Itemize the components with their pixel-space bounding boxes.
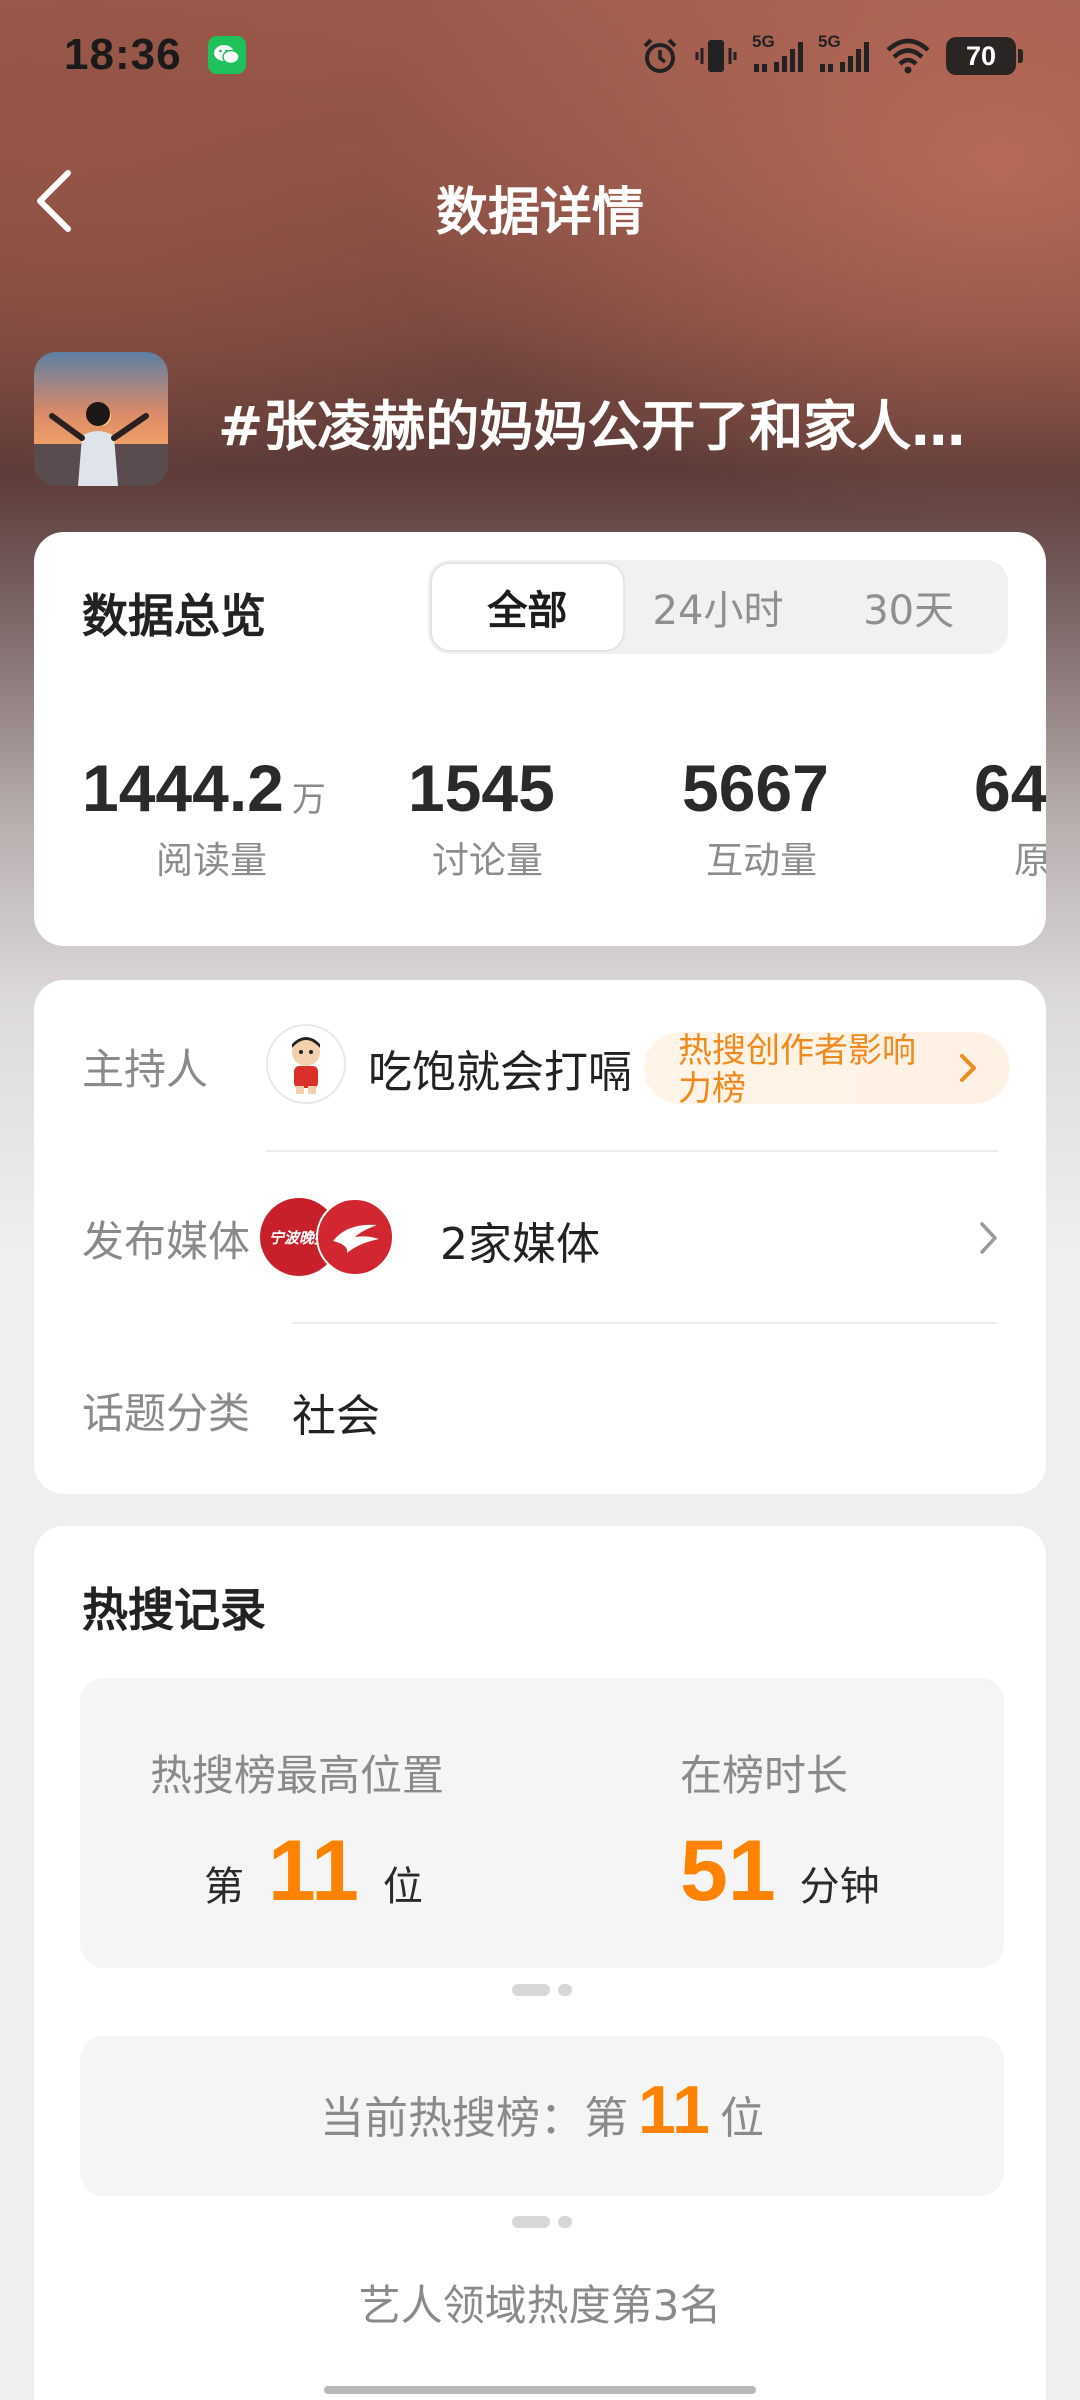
carousel-indicator <box>80 2216 1004 2228</box>
chevron-right-icon[interactable] <box>978 1220 1000 1256</box>
host-row[interactable]: 主持人 吃饱就会打嗝 热搜创作者影响力榜 <box>34 980 1046 1150</box>
signal-icon: 5G <box>752 32 804 76</box>
peak-position-value: 第 11 位 <box>204 1828 423 1914</box>
hot-search-record-card: 热搜记录 热搜榜最高位置 第 11 位 在榜时长 51 分钟 当前热搜榜：第 1… <box>34 1526 1046 2400</box>
host-name[interactable]: 吃饱就会打嗝 <box>368 1036 632 1100</box>
page-dot-active <box>512 2216 550 2228</box>
domain-rank: 艺人领域热度第3名 <box>358 2281 722 2330</box>
peak-suffix: 位 <box>382 1864 423 1910</box>
category-row: 话题分类 社会 <box>34 1324 1046 1494</box>
record-title: 热搜记录 <box>82 1583 266 1637</box>
host-label: 主持人 <box>82 1045 209 1094</box>
signal-icon: 5G <box>818 32 870 76</box>
duration-value: 51 分钟 <box>680 1828 880 1914</box>
carousel-indicator <box>80 1984 1004 1996</box>
status-bar: 18:36 5G 5G 70 <box>0 0 1080 110</box>
topic-thumbnail <box>34 352 168 486</box>
current-rank-prefix: 当前热搜榜：第 <box>320 2093 629 2144</box>
alarm-icon <box>643 38 677 73</box>
home-indicator[interactable] <box>324 2386 756 2394</box>
metric-value: 1545 <box>408 751 555 825</box>
vibrate-icon <box>695 40 737 72</box>
metric-unit: 万 <box>291 781 326 819</box>
current-rank-panel[interactable]: 当前热搜榜：第 11 位 <box>80 2036 1004 2196</box>
category-value: 社会 <box>292 1391 380 1442</box>
media-logo-2 <box>316 1198 394 1276</box>
duration-label: 在榜时长 <box>680 1751 849 1800</box>
overview-card: 数据总览 全部 24小时 30天 1444.2 万 阅读量 1545 讨论量 56… <box>34 532 1046 946</box>
time-range-tabs: 全部 24小时 30天 <box>428 560 1008 654</box>
battery-icon: 70 <box>946 37 1023 75</box>
metric-label: 讨论量 <box>432 839 543 882</box>
duration-number: 51 <box>680 1823 776 1919</box>
wifi-icon <box>886 38 930 74</box>
peak-position-label: 热搜榜最高位置 <box>150 1751 445 1800</box>
page-dot <box>558 2216 572 2228</box>
wechat-icon <box>208 36 246 74</box>
current-rank-suffix: 位 <box>719 2093 764 2144</box>
metric-value: 64 <box>974 751 1046 825</box>
influence-rank-label: 热搜创作者影响力榜 <box>678 1031 916 1109</box>
metric-value: 1444.2 <box>82 751 284 825</box>
media-logos: 宁波晚报 <box>260 1198 422 1278</box>
topic-info-card: 主持人 吃饱就会打嗝 热搜创作者影响力榜 发布媒体 宁波晚报 2家媒体 话题分类… <box>34 980 1046 1494</box>
metric-label: 原创 <box>1014 839 1046 882</box>
peak-prefix: 第 <box>204 1864 244 1910</box>
current-rank: 当前热搜榜：第 11 位 <box>80 2076 1004 2146</box>
media-count[interactable]: 2家媒体 <box>440 1208 600 1272</box>
media-row[interactable]: 发布媒体 宁波晚报 2家媒体 <box>34 1152 1046 1322</box>
influence-rank-tag[interactable]: 热搜创作者影响力榜 <box>644 1032 1010 1108</box>
metrics-row[interactable]: 1444.2万 阅读量 1545 讨论量 5667 互动量 64 原创 <box>34 750 1046 900</box>
metric-reads: 1444.2 万 阅读量 <box>82 750 326 884</box>
metric-label: 互动量 <box>706 839 817 882</box>
metric-original: 64 原创 <box>974 750 1046 884</box>
tab-30d[interactable]: 30天 <box>813 564 1004 650</box>
metric-interactions: 5667 互动量 <box>682 750 829 884</box>
page-dot-active <box>512 1984 550 1996</box>
tab-all[interactable]: 全部 <box>432 564 623 650</box>
media-label: 发布媒体 <box>82 1217 251 1266</box>
tab-24h[interactable]: 24小时 <box>623 564 814 650</box>
topic-title: #张凌赫的妈妈公开了和家人… <box>218 395 966 458</box>
host-avatar[interactable] <box>266 1024 346 1104</box>
metric-value: 5667 <box>682 751 829 825</box>
record-stats-panel[interactable]: 热搜榜最高位置 第 11 位 在榜时长 51 分钟 <box>80 1678 1004 1968</box>
metric-discussions: 1545 讨论量 <box>408 750 555 884</box>
chevron-right-icon <box>960 1054 976 1082</box>
page-dot <box>558 1984 572 1996</box>
status-time: 18:36 <box>64 30 182 79</box>
current-rank-number: 11 <box>638 2072 710 2148</box>
page-title: 数据详情 <box>435 183 644 243</box>
metric-label: 阅读量 <box>156 839 267 882</box>
peak-number: 11 <box>268 1823 359 1919</box>
overview-title: 数据总览 <box>82 589 266 643</box>
category-label: 话题分类 <box>82 1389 251 1438</box>
duration-unit: 分钟 <box>799 1864 880 1910</box>
